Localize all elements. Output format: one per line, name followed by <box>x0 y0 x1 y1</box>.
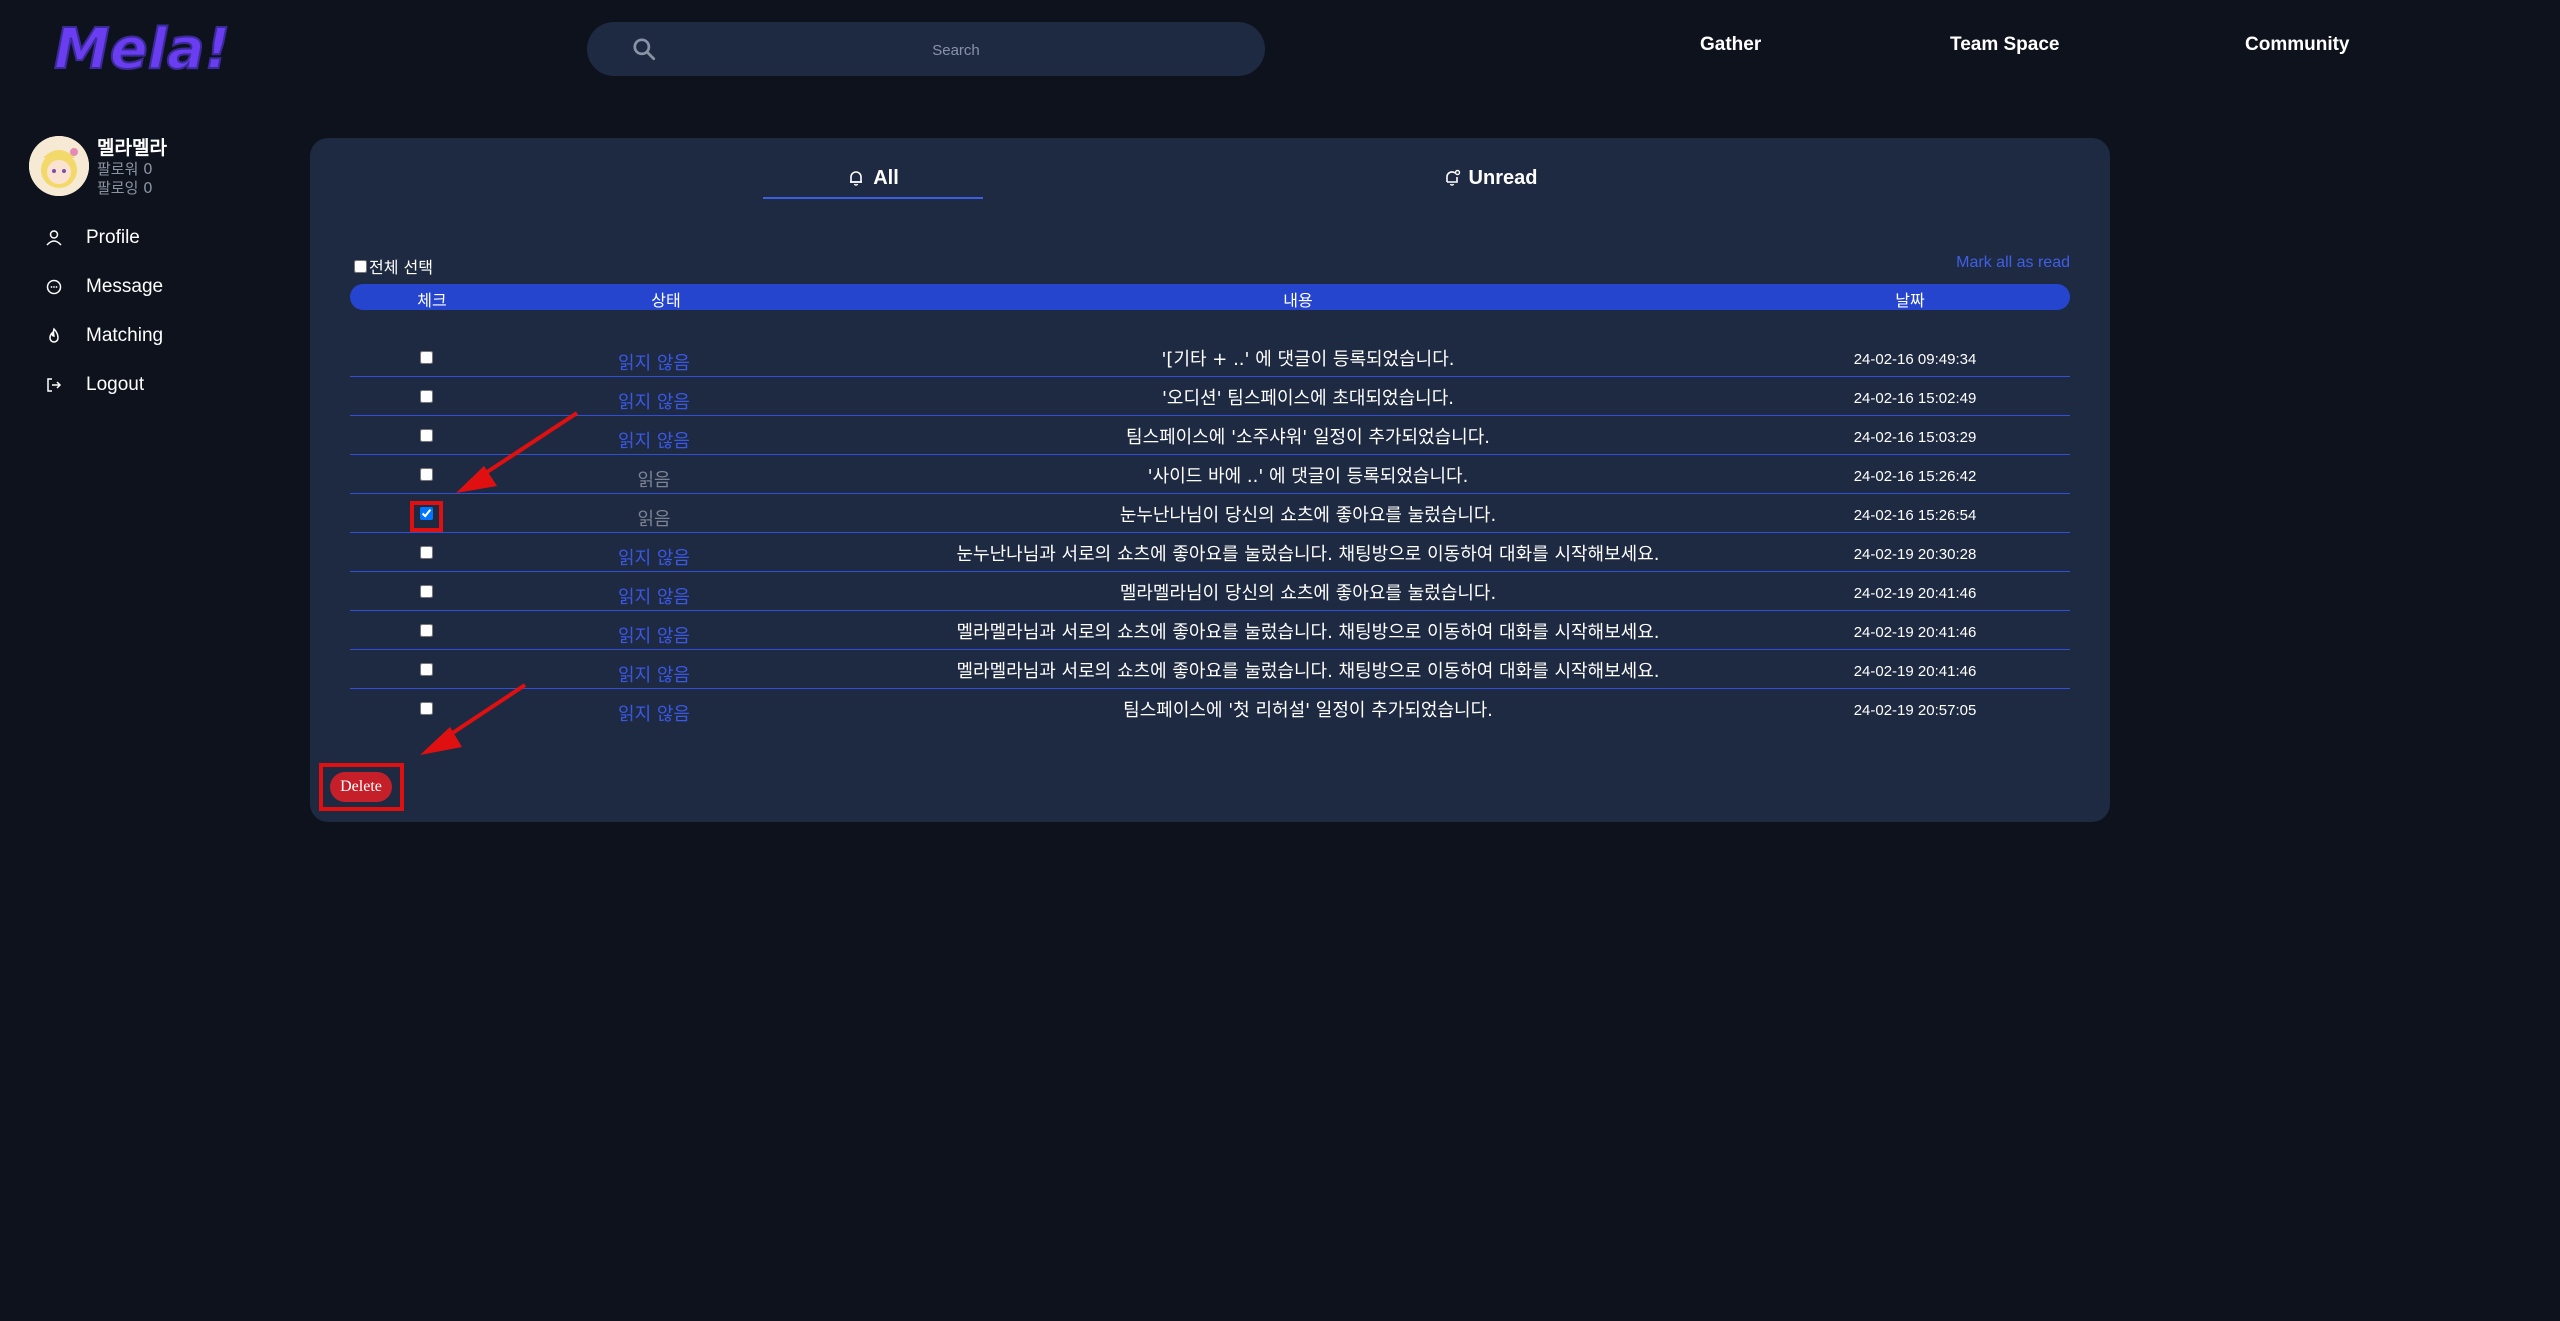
row-date: 24-02-19 20:57:05 <box>1853 702 1977 719</box>
follower-count: 팔로워 0 <box>97 160 153 178</box>
nav-gather[interactable]: Gather <box>1700 34 1761 56</box>
row-date: 24-02-16 15:26:54 <box>1853 507 1977 524</box>
column-header-date: 날짜 <box>1895 291 1925 310</box>
row-date: 24-02-19 20:41:46 <box>1853 585 1977 602</box>
row-content[interactable]: 눈누난나님이 당신의 쇼츠에 좋아요를 눌렀습니다. <box>1120 501 1496 527</box>
sidebar-item-profile[interactable]: Profile <box>44 223 140 253</box>
row-content[interactable]: 팀스페이스에 '첫 리허설' 일정이 추가되었습니다. <box>1123 696 1493 722</box>
row-status: 읽지 않음 <box>618 626 690 647</box>
search-bar[interactable] <box>587 22 1265 76</box>
sidebar-item-logout[interactable]: Logout <box>44 370 144 400</box>
logout-icon <box>47 378 62 392</box>
search-icon <box>633 38 656 61</box>
row-content[interactable]: '오디션' 팀스페이스에 초대되었습니다. <box>1162 384 1454 410</box>
row-date: 24-02-16 09:49:34 <box>1853 351 1977 368</box>
sidebar-item-matching[interactable]: Matching <box>44 321 163 351</box>
row-content[interactable]: 멜라멜라님과 서로의 쇼츠에 좋아요를 눌렀습니다. 채팅방으로 이동하여 대화… <box>956 618 1659 644</box>
row-status: 읽지 않음 <box>618 665 690 686</box>
avatar-image <box>29 136 89 196</box>
bell-icon <box>850 171 863 186</box>
notifications-panel: All Unread 전체 선택 Mark all as read 체크 상태 … <box>310 138 2110 822</box>
nav-community[interactable]: Community <box>2245 34 2350 56</box>
row-checkbox[interactable] <box>420 429 433 442</box>
row-status: 읽지 않음 <box>618 392 690 413</box>
delete-button[interactable]: Delete <box>330 772 392 802</box>
table-row[interactable]: 읽음 '사이드 바에 ..' 에 댓글이 등록되었습니다. 24-02-16 15:… <box>350 455 2070 494</box>
svg-text:Mela!: Mela! <box>54 17 230 80</box>
row-content[interactable]: '[기타 + ..' 에 댓글이 등록되었습니다. <box>1161 345 1454 371</box>
row-status: 읽지 않음 <box>618 704 690 725</box>
row-status: 읽음 <box>637 509 671 530</box>
row-status: 읽음 <box>637 470 671 491</box>
row-date: 24-02-19 20:41:46 <box>1853 624 1977 641</box>
mark-all-read-link[interactable]: Mark all as read <box>1956 254 2070 272</box>
table-row[interactable]: 읽지 않음 눈누난나님과 서로의 쇼츠에 좋아요를 눌렀습니다. 채팅방으로 이동… <box>350 533 2070 572</box>
user-name: 멜라멜라 <box>97 137 167 159</box>
notification-list: 읽지 않음 '[기타 + ..' 에 댓글이 등록되었습니다. 24-02-16 0… <box>350 338 2070 727</box>
column-header-status: 상태 <box>651 291 681 310</box>
active-tab-indicator <box>763 197 983 199</box>
fire-icon <box>49 327 59 343</box>
user-icon <box>46 230 62 246</box>
table-row[interactable]: 읽지 않음 멜라멜라님과 서로의 쇼츠에 좋아요를 눌렀습니다. 채팅방으로 이동… <box>350 611 2070 650</box>
row-checkbox[interactable] <box>420 468 433 481</box>
table-row[interactable]: 읽지 않음 멜라멜라님이 당신의 쇼츠에 좋아요를 눌렀습니다. 24-02-19 … <box>350 572 2070 611</box>
row-status: 읽지 않음 <box>618 431 690 452</box>
row-date: 24-02-16 15:26:42 <box>1853 468 1977 485</box>
tab-label: Unread <box>1468 166 1538 189</box>
table-row[interactable]: 읽지 않음 팀스페이스에 '첫 리허설' 일정이 추가되었습니다. 24-02-19… <box>350 689 2070 727</box>
tab-unread[interactable]: Unread <box>1380 156 1600 200</box>
avatar[interactable] <box>29 136 89 196</box>
row-content[interactable]: '사이드 바에 ..' 에 댓글이 등록되었습니다. <box>1148 462 1469 488</box>
row-status: 읽지 않음 <box>618 548 690 569</box>
row-checkbox[interactable] <box>420 546 433 559</box>
row-checkbox[interactable] <box>420 507 433 520</box>
table-row[interactable]: 읽지 않음 멜라멜라님과 서로의 쇼츠에 좋아요를 눌렀습니다. 채팅방으로 이동… <box>350 650 2070 689</box>
row-checkbox[interactable] <box>420 585 433 598</box>
row-checkbox[interactable] <box>420 390 433 403</box>
bell-unread-icon <box>1445 169 1460 186</box>
logo-wordmark: Mela! <box>53 16 231 83</box>
row-content[interactable]: 멜라멜라님과 서로의 쇼츠에 좋아요를 눌렀습니다. 채팅방으로 이동하여 대화… <box>956 657 1659 683</box>
sidebar-item-label: Matching <box>86 325 164 346</box>
row-date: 24-02-19 20:41:46 <box>1853 663 1977 680</box>
row-content[interactable]: 눈누난나님과 서로의 쇼츠에 좋아요를 눌렀습니다. 채팅방으로 이동하여 대화… <box>956 540 1659 566</box>
search-input[interactable] <box>677 32 1235 68</box>
table-row[interactable]: 읽음 눈누난나님이 당신의 쇼츠에 좋아요를 눌렀습니다. 24-02-16 15:… <box>350 494 2070 533</box>
row-checkbox[interactable] <box>420 663 433 676</box>
select-all-label: 전체 선택 <box>369 258 433 277</box>
sidebar-item-label: Message <box>86 276 164 297</box>
table-row[interactable]: 읽지 않음 '오디션' 팀스페이스에 초대되었습니다. 24-02-16 15:02… <box>350 377 2070 416</box>
row-date: 24-02-16 15:02:49 <box>1853 390 1977 407</box>
tab-all[interactable]: All <box>763 156 983 200</box>
row-status: 읽지 않음 <box>618 353 690 374</box>
tab-label: All <box>873 166 899 189</box>
message-icon <box>46 279 62 295</box>
row-date: 24-02-19 20:30:28 <box>1853 546 1977 563</box>
row-status: 읽지 않음 <box>618 587 690 608</box>
row-date: 24-02-16 15:03:29 <box>1853 429 1977 446</box>
column-header-check: 체크 <box>417 291 447 310</box>
following-count: 팔로잉 0 <box>97 179 153 197</box>
table-row[interactable]: 읽지 않음 '[기타 + ..' 에 댓글이 등록되었습니다. 24-02-16 0… <box>350 338 2070 377</box>
sidebar-item-label: Logout <box>86 374 145 395</box>
table-row[interactable]: 읽지 않음 팀스페이스에 '소주샤워' 일정이 추가되었습니다. 24-02-16 … <box>350 416 2070 455</box>
mela-logo[interactable]: Mela! <box>50 16 245 83</box>
select-all[interactable]: 전체 선택 <box>354 254 433 278</box>
select-all-checkbox[interactable] <box>354 259 367 273</box>
row-checkbox[interactable] <box>420 702 433 715</box>
row-content[interactable]: 멜라멜라님이 당신의 쇼츠에 좋아요를 눌렀습니다. <box>1120 579 1496 605</box>
sidebar-item-message[interactable]: Message <box>44 272 163 302</box>
nav-team-space[interactable]: Team Space <box>1950 34 2059 56</box>
column-header-content: 내용 <box>1283 291 1313 310</box>
row-checkbox[interactable] <box>420 351 433 364</box>
sidebar-item-label: Profile <box>86 227 140 248</box>
row-checkbox[interactable] <box>420 624 433 637</box>
table-header: 체크 상태 내용 날짜 <box>350 284 2070 310</box>
row-content[interactable]: 팀스페이스에 '소주샤워' 일정이 추가되었습니다. <box>1126 423 1490 449</box>
